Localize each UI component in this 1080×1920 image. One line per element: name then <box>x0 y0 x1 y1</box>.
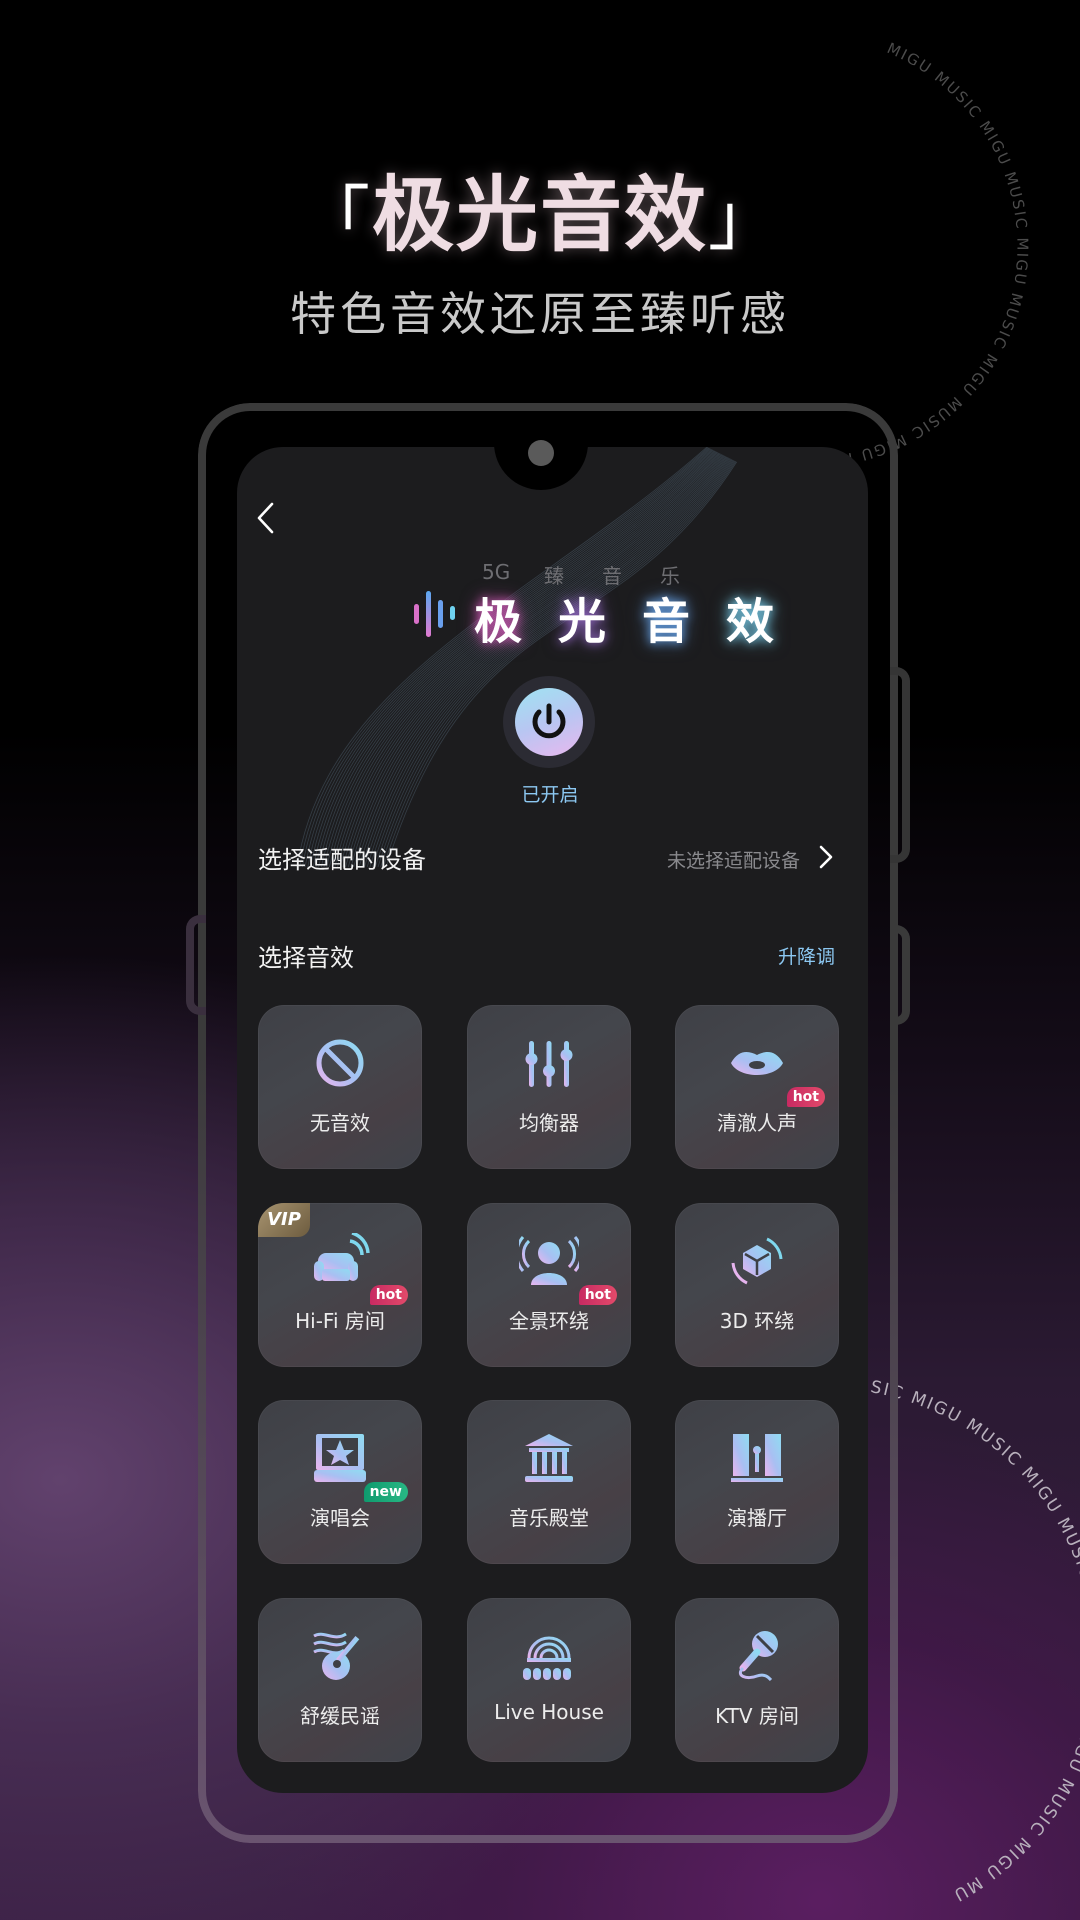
live-house-icon <box>523 1636 571 1680</box>
effect-label: 音乐殿堂 <box>509 1506 589 1530</box>
logo-char-3: 效 <box>726 594 775 650</box>
effect-label: 舒缓民谣 <box>300 1704 380 1728</box>
person-surround-icon <box>519 1236 579 1285</box>
effect-label: 3D 环绕 <box>719 1309 795 1333</box>
sofa-icon <box>314 1233 370 1281</box>
effect-label: KTV 房间 <box>715 1704 799 1728</box>
effect-tile[interactable]: 全景环绕 hot <box>467 1203 631 1367</box>
hot-badge: hot <box>369 1285 408 1305</box>
studio-curtain-icon <box>731 1434 783 1482</box>
effect-tile[interactable]: 舒缓民谣 <box>258 1598 422 1762</box>
effect-tile[interactable]: 演唱会 new <box>258 1400 422 1564</box>
effect-label: Hi-Fi 房间 <box>295 1309 385 1333</box>
no-effect-icon <box>316 1039 364 1087</box>
effect-label: 无音效 <box>310 1111 370 1135</box>
effect-tile[interactable]: 演播厅 <box>675 1400 839 1564</box>
music-hall-icon <box>525 1434 573 1482</box>
bracket-close: 」 <box>708 178 780 260</box>
device-select-row[interactable]: 选择适配的设备 未选择适配设备 <box>258 838 840 878</box>
hero-subtitle: 特色音效还原至臻听感 <box>290 287 790 341</box>
hero-title-text: 极光音效 <box>371 168 708 263</box>
watermark-bottom: SIC MIGU MUSIC MIGU MUSIC MIGU MUSIC MIG… <box>869 1377 1080 1905</box>
lips-icon <box>731 1052 783 1075</box>
svg-text:SIC MIGU MUSIC MIGU MUSIC M: SIC MIGU MUSIC MIGU MUSIC MIGU MUSIC MIG… <box>869 1377 1080 1905</box>
new-badge: new <box>363 1482 408 1502</box>
back-button[interactable] <box>254 500 286 540</box>
microphone-icon <box>738 1631 778 1682</box>
logo-title: 极光音效 <box>474 582 810 652</box>
effect-tile[interactable]: 清澈人声 hot <box>675 1005 839 1169</box>
logo-tagline-0: 5G <box>482 560 511 584</box>
phone-side-button-right-2 <box>890 925 910 1025</box>
effect-tile[interactable]: 音乐殿堂 <box>467 1400 631 1564</box>
effect-tile[interactable]: KTV 房间 <box>675 1598 839 1762</box>
logo-char-1: 光 <box>558 594 607 650</box>
chevron-left-icon <box>257 502 274 534</box>
effect-tile[interactable]: Hi-Fi 房间 hot VIP <box>258 1203 422 1367</box>
effect-tile[interactable]: Live House <box>467 1598 631 1762</box>
effect-label: 全景环绕 <box>509 1309 589 1333</box>
hot-badge: hot <box>786 1087 825 1107</box>
front-camera <box>528 440 554 466</box>
guitar-icon <box>313 1632 360 1680</box>
effect-label: 清澈人声 <box>717 1111 797 1135</box>
hero-title: 「极光音效」 <box>0 148 1080 267</box>
pitch-shift-link[interactable]: 升降调 <box>778 942 835 969</box>
device-row-value: 未选择适配设备 <box>666 850 800 872</box>
cube-3d-icon <box>731 1237 783 1285</box>
chevron-right-icon <box>819 845 833 869</box>
power-icon <box>532 703 566 739</box>
device-row-title: 选择适配的设备 <box>258 846 426 874</box>
effect-label: 均衡器 <box>519 1111 579 1135</box>
logo-char-2: 音 <box>642 594 691 650</box>
power-status-label: 已开启 <box>521 784 579 806</box>
sound-wave-logo-icon <box>414 591 455 637</box>
concert-stage-icon <box>314 1434 366 1482</box>
power-toggle-button[interactable] <box>515 688 583 756</box>
phone-side-button-left <box>186 915 206 1015</box>
effect-label: 演播厅 <box>727 1506 787 1530</box>
equalizer-icon <box>525 1041 573 1087</box>
phone-side-button-right-1 <box>890 667 910 863</box>
effect-tile[interactable]: 3D 环绕 <box>675 1203 839 1367</box>
effect-tile[interactable]: 无音效 <box>258 1005 422 1169</box>
logo-char-0: 极 <box>474 594 523 650</box>
effect-tile[interactable]: 均衡器 <box>467 1005 631 1169</box>
bracket-open: 「 <box>299 178 372 260</box>
hot-badge: hot <box>578 1285 617 1305</box>
effect-label: 演唱会 <box>310 1506 370 1530</box>
effects-section-title: 选择音效 <box>258 944 354 972</box>
effect-label: Live House <box>494 1700 604 1724</box>
